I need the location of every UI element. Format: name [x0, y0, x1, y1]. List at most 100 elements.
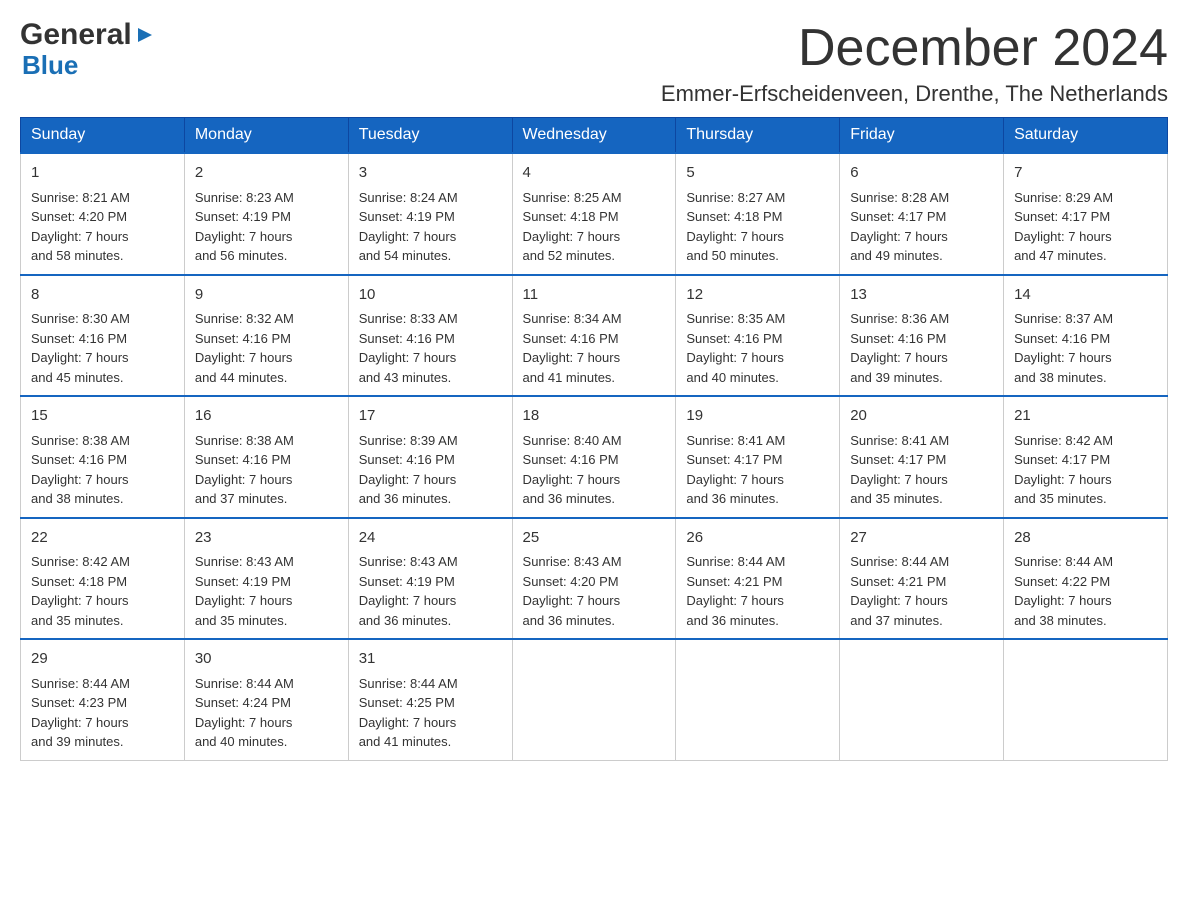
day-number: 4 [523, 162, 666, 185]
daylight-line: Daylight: 7 hours [195, 472, 293, 487]
daylight-line: Daylight: 7 hours [195, 715, 293, 730]
sunrise-line: Sunrise: 8:32 AM [195, 311, 294, 326]
sunset-line: Sunset: 4:16 PM [359, 452, 455, 467]
sunrise-line: Sunrise: 8:38 AM [195, 433, 294, 448]
day-number: 8 [31, 284, 174, 307]
daylight-minutes-line: and 35 minutes. [31, 613, 124, 628]
sunrise-line: Sunrise: 8:35 AM [686, 311, 785, 326]
calendar-week-row: 15 Sunrise: 8:38 AM Sunset: 4:16 PM Dayligh… [21, 396, 1168, 518]
sunrise-line: Sunrise: 8:43 AM [359, 554, 458, 569]
daylight-minutes-line: and 49 minutes. [850, 248, 943, 263]
sunset-line: Sunset: 4:17 PM [1014, 452, 1110, 467]
calendar-day-cell: 18Sunrise: 8:40 AMSunset: 4:16 PMDayligh… [512, 396, 676, 518]
sunrise-line: Sunrise: 8:43 AM [523, 554, 622, 569]
day-number: 9 [195, 284, 338, 307]
day-number: 29 [31, 648, 174, 671]
calendar-day-cell: 22Sunrise: 8:42 AMSunset: 4:18 PMDayligh… [21, 518, 185, 640]
sunset-line: Sunset: 4:16 PM [359, 331, 455, 346]
sunset-line: Sunset: 4:16 PM [523, 331, 619, 346]
sunset-line: Sunset: 4:16 PM [850, 331, 946, 346]
sunset-line: Sunset: 4:21 PM [686, 574, 782, 589]
sunset-line: Sunset: 4:18 PM [686, 209, 782, 224]
daylight-minutes-line: and 36 minutes. [359, 491, 452, 506]
sunset-line: Sunset: 4:19 PM [195, 574, 291, 589]
calendar-day-cell: 8Sunrise: 8:30 AMSunset: 4:16 PMDaylight… [21, 275, 185, 397]
daylight-line: Daylight: 7 hours [523, 472, 621, 487]
calendar-day-cell: 23Sunrise: 8:43 AMSunset: 4:19 PMDayligh… [184, 518, 348, 640]
sunset-line: Sunset: 4:20 PM [31, 209, 127, 224]
daylight-minutes-line: and 56 minutes. [195, 248, 288, 263]
calendar-day-cell: 14Sunrise: 8:37 AMSunset: 4:16 PMDayligh… [1004, 275, 1168, 397]
calendar-day-cell: 19Sunrise: 8:41 AMSunset: 4:17 PMDayligh… [676, 396, 840, 518]
daylight-minutes-line: and 41 minutes. [523, 370, 616, 385]
daylight-minutes-line: and 36 minutes. [686, 491, 779, 506]
daylight-minutes-line: and 36 minutes. [523, 491, 616, 506]
calendar-day-cell: 7Sunrise: 8:29 AMSunset: 4:17 PMDaylight… [1004, 153, 1168, 275]
logo-arrow-icon [134, 24, 156, 46]
calendar-day-cell: 13Sunrise: 8:36 AMSunset: 4:16 PMDayligh… [840, 275, 1004, 397]
calendar-header-row: SundayMondayTuesdayWednesdayThursdayFrid… [21, 118, 1168, 154]
daylight-line: Daylight: 7 hours [359, 593, 457, 608]
daylight-line: Daylight: 7 hours [359, 229, 457, 244]
daylight-line: Daylight: 7 hours [850, 472, 948, 487]
daylight-line: Daylight: 7 hours [850, 593, 948, 608]
daylight-minutes-line: and 50 minutes. [686, 248, 779, 263]
daylight-line: Daylight: 7 hours [686, 229, 784, 244]
sunrise-line: Sunrise: 8:36 AM [850, 311, 949, 326]
daylight-line: Daylight: 7 hours [359, 472, 457, 487]
daylight-line: Daylight: 7 hours [31, 472, 129, 487]
calendar-day-cell: 28Sunrise: 8:44 AMSunset: 4:22 PMDayligh… [1004, 518, 1168, 640]
calendar-day-cell: 11Sunrise: 8:34 AMSunset: 4:16 PMDayligh… [512, 275, 676, 397]
calendar-day-cell: 20Sunrise: 8:41 AMSunset: 4:17 PMDayligh… [840, 396, 1004, 518]
sunset-line: Sunset: 4:17 PM [850, 209, 946, 224]
daylight-minutes-line: and 36 minutes. [686, 613, 779, 628]
daylight-line: Daylight: 7 hours [686, 350, 784, 365]
daylight-line: Daylight: 7 hours [31, 229, 129, 244]
sunrise-line: Sunrise: 8:43 AM [195, 554, 294, 569]
daylight-line: Daylight: 7 hours [195, 350, 293, 365]
sunset-line: Sunset: 4:20 PM [523, 574, 619, 589]
day-number: 30 [195, 648, 338, 671]
daylight-minutes-line: and 35 minutes. [1014, 491, 1107, 506]
sunrise-line: Sunrise: 8:41 AM [850, 433, 949, 448]
sunrise-line: Sunrise: 8:39 AM [359, 433, 458, 448]
day-number: 1 [31, 162, 174, 185]
sunset-line: Sunset: 4:16 PM [523, 452, 619, 467]
daylight-line: Daylight: 7 hours [1014, 472, 1112, 487]
sunrise-line: Sunrise: 8:44 AM [1014, 554, 1113, 569]
location-title: Emmer-Erfscheidenveen, Drenthe, The Neth… [661, 81, 1168, 107]
calendar-day-cell: 21Sunrise: 8:42 AMSunset: 4:17 PMDayligh… [1004, 396, 1168, 518]
day-number: 27 [850, 527, 993, 550]
sunrise-line: Sunrise: 8:24 AM [359, 190, 458, 205]
sunrise-line: Sunrise: 8:30 AM [31, 311, 130, 326]
day-number: 20 [850, 405, 993, 428]
sunrise-line: Sunrise: 8:44 AM [31, 676, 130, 691]
day-number: 15 [31, 405, 174, 428]
sunrise-line: Sunrise: 8:42 AM [31, 554, 130, 569]
day-number: 2 [195, 162, 338, 185]
calendar-day-cell: 26Sunrise: 8:44 AMSunset: 4:21 PMDayligh… [676, 518, 840, 640]
day-number: 5 [686, 162, 829, 185]
day-number: 3 [359, 162, 502, 185]
calendar-day-cell: 15Sunrise: 8:38 AMSunset: 4:16 PMDayligh… [21, 396, 185, 518]
daylight-minutes-line: and 54 minutes. [359, 248, 452, 263]
sunset-line: Sunset: 4:16 PM [195, 331, 291, 346]
sunset-line: Sunset: 4:16 PM [31, 331, 127, 346]
calendar-day-cell: 30Sunrise: 8:44 AMSunset: 4:24 PMDayligh… [184, 639, 348, 760]
daylight-line: Daylight: 7 hours [686, 472, 784, 487]
daylight-line: Daylight: 7 hours [359, 715, 457, 730]
day-of-week-header: Monday [184, 118, 348, 154]
daylight-minutes-line: and 41 minutes. [359, 734, 452, 749]
sunset-line: Sunset: 4:18 PM [31, 574, 127, 589]
daylight-minutes-line: and 37 minutes. [195, 491, 288, 506]
daylight-minutes-line: and 37 minutes. [850, 613, 943, 628]
day-number: 13 [850, 284, 993, 307]
daylight-line: Daylight: 7 hours [195, 593, 293, 608]
day-of-week-header: Thursday [676, 118, 840, 154]
daylight-minutes-line: and 39 minutes. [31, 734, 124, 749]
calendar-day-cell [512, 639, 676, 760]
daylight-minutes-line: and 36 minutes. [523, 613, 616, 628]
daylight-minutes-line: and 40 minutes. [195, 734, 288, 749]
sunset-line: Sunset: 4:25 PM [359, 695, 455, 710]
sunrise-line: Sunrise: 8:29 AM [1014, 190, 1113, 205]
